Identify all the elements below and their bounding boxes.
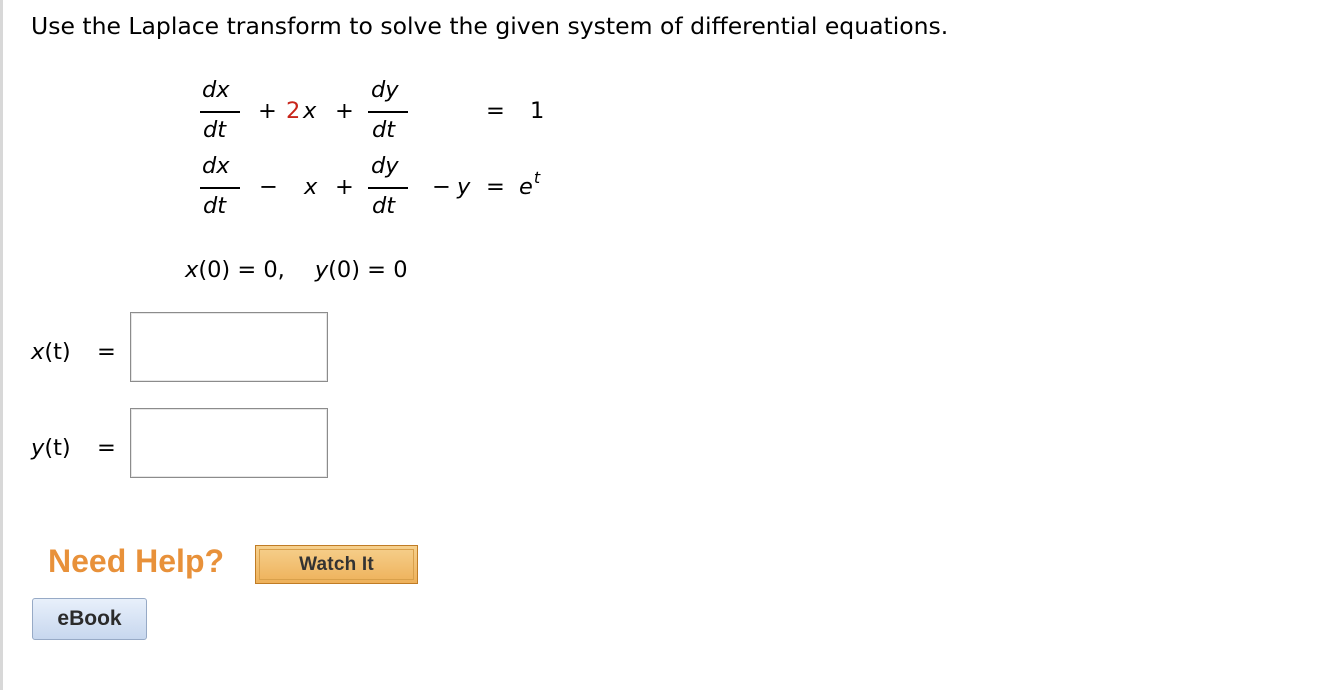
- eq1-fraction-bar-dx: [200, 111, 240, 113]
- need-help-heading: Need Help?: [48, 543, 225, 579]
- eq2-fraction-bar-dy: [368, 187, 408, 189]
- eq2-fraction-bar-dx: [200, 187, 240, 189]
- eq1-rhs: 1: [530, 98, 545, 124]
- eq1-coefficient: 2: [286, 98, 301, 124]
- answer-y-equals: =: [97, 435, 116, 461]
- eq2-rhs-base: e: [519, 174, 533, 200]
- y-answer-input[interactable]: [130, 408, 328, 478]
- eq2-dy-denominator: dt: [372, 193, 396, 219]
- eq2-rhs-exponential: et: [519, 170, 540, 200]
- eq2-equals: =: [486, 174, 505, 200]
- eq1-dx-denominator: dt: [203, 117, 227, 143]
- x-answer-input[interactable]: [130, 312, 328, 382]
- eq1-equals: =: [486, 98, 505, 124]
- eq1-x: x: [303, 98, 317, 124]
- eq2-x: x: [304, 174, 318, 200]
- eq2-minus-1: −: [259, 174, 278, 200]
- eq2-minus-2: −: [432, 174, 451, 200]
- answer-y-var: y: [31, 435, 45, 461]
- eq2-plus: +: [335, 174, 354, 200]
- eq1-dy-numerator: dy: [371, 77, 399, 103]
- eq2-dy-numerator: dy: [371, 153, 399, 179]
- watch-it-label: Watch It: [259, 549, 414, 580]
- answer-x-var: x: [31, 339, 45, 365]
- eq1-plus-2: +: [335, 98, 354, 124]
- eq2-dx-denominator: dt: [203, 193, 227, 219]
- eq1-dx-numerator: dx: [202, 77, 230, 103]
- initial-conditions: x(0) = 0, y(0) = 0: [185, 259, 408, 282]
- ic-y-value: = 0: [360, 257, 408, 283]
- answer-y-label: y(t): [31, 437, 71, 460]
- eq1-plus-1: +: [258, 98, 277, 124]
- question-prompt: Use the Laplace transform to solve the g…: [31, 12, 949, 40]
- answer-x-label: x(t): [31, 341, 71, 364]
- eq2-dx-numerator: dx: [202, 153, 230, 179]
- eq1-fraction-bar-dy: [368, 111, 408, 113]
- watch-it-button[interactable]: Watch It: [255, 545, 418, 584]
- answer-x-arg: (t): [44, 339, 71, 365]
- eq2-rhs-exponent: t: [533, 168, 541, 187]
- answer-y-arg: (t): [44, 435, 71, 461]
- ic-y-arg: (0): [328, 257, 361, 283]
- ebook-button[interactable]: eBook: [32, 598, 147, 640]
- ic-x-arg: (0): [198, 257, 231, 283]
- ic-x-value: = 0,: [230, 257, 285, 283]
- answer-x-equals: =: [97, 339, 116, 365]
- ic-x-label: x: [185, 257, 199, 283]
- eq2-y: y: [457, 174, 471, 200]
- eq1-dy-denominator: dt: [372, 117, 396, 143]
- ic-y-label: y: [314, 257, 329, 283]
- left-border: [0, 0, 3, 690]
